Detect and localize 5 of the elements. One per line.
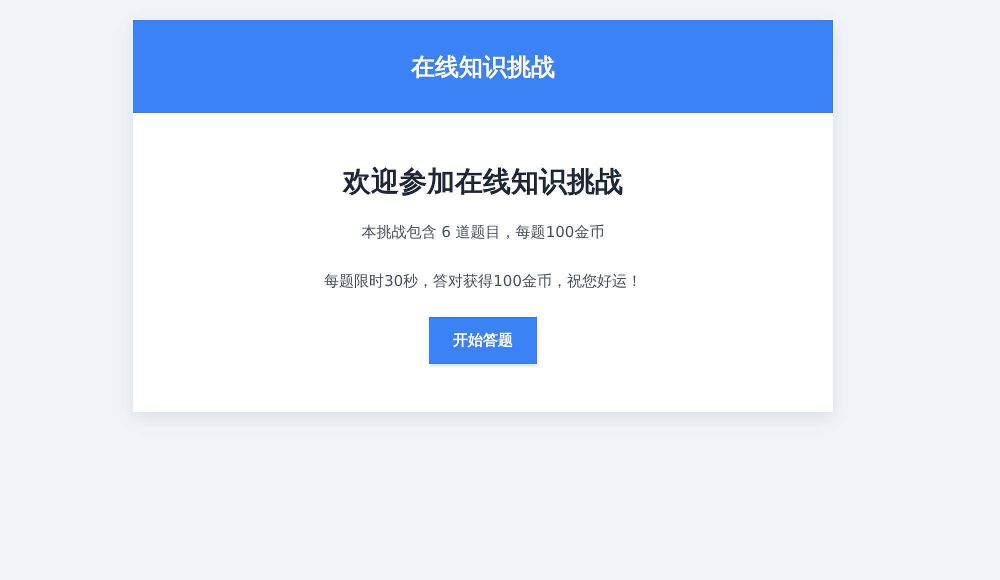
start-button[interactable]: 开始答题 [429,317,537,364]
page-title: 在线知识挑战 [411,52,555,82]
info-text: 每题限时30秒，答对获得100金币，祝您好运！ [324,272,642,291]
welcome-heading: 欢迎参加在线知识挑战 [343,164,623,200]
info-text: 本挑战包含 6 道题目，每题100金币 [362,223,604,242]
